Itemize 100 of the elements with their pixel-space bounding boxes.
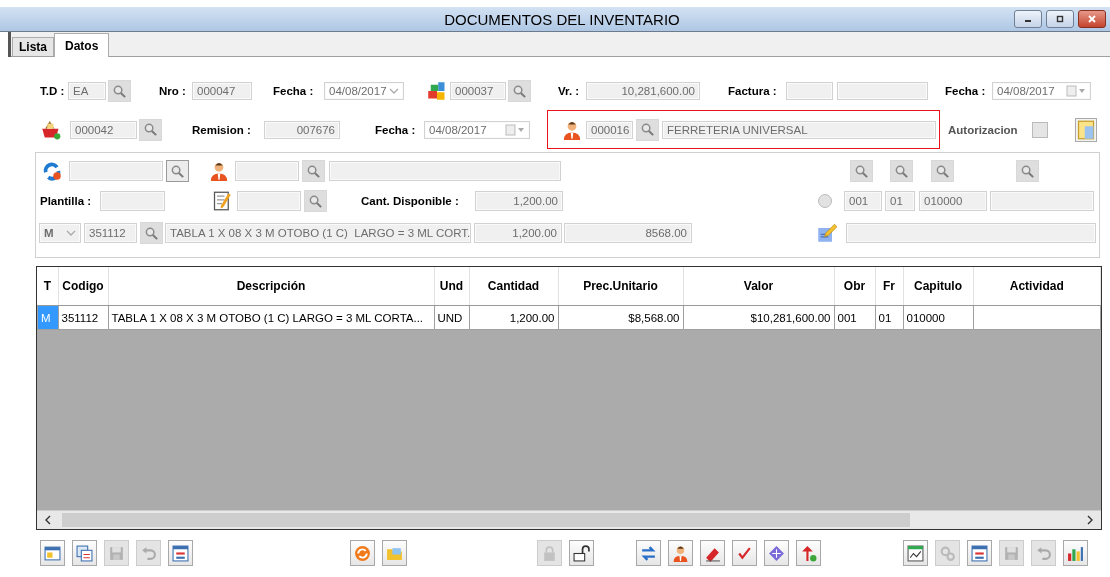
input-field[interactable]: 10,281,600.00 xyxy=(586,82,700,100)
input-field[interactable]: 000042 xyxy=(70,120,137,139)
input-field[interactable]: 351112 xyxy=(84,223,137,243)
input-field[interactable]: 1,200.00 xyxy=(475,191,563,211)
column-header[interactable]: Obr xyxy=(834,267,875,306)
input-field[interactable]: 001 xyxy=(844,191,882,211)
field-label: T.D : xyxy=(40,85,66,97)
input-field[interactable] xyxy=(237,191,301,211)
horizontal-scrollbar[interactable] xyxy=(37,510,1101,529)
input-field[interactable]: FERRETERIA UNIVERSAL xyxy=(662,120,936,139)
table-cell: 001 xyxy=(834,305,875,330)
tab[interactable]: Lista xyxy=(12,37,54,56)
maximize-button[interactable] xyxy=(1046,10,1074,28)
search-icon xyxy=(1020,163,1035,179)
person-icon xyxy=(209,161,229,181)
close-button[interactable] xyxy=(1078,10,1106,28)
close-icon xyxy=(1086,15,1098,23)
column-header[interactable]: Actividad xyxy=(973,267,1101,306)
field-label: Autorizacion xyxy=(948,123,1019,136)
caret-icon xyxy=(389,86,399,96)
column-header[interactable]: Capitulo xyxy=(903,267,973,306)
input-field[interactable] xyxy=(990,191,1094,211)
scroll-right-icon xyxy=(1085,515,1095,525)
field-label: Fecha : xyxy=(375,123,417,136)
search-button[interactable] xyxy=(166,160,189,182)
date-field[interactable]: 04/08/2017 xyxy=(992,82,1091,100)
search-icon xyxy=(894,163,909,179)
input-field[interactable]: EA xyxy=(68,82,106,100)
input-field[interactable] xyxy=(846,223,1096,243)
input-field[interactable] xyxy=(837,82,928,100)
column-header[interactable]: Fr xyxy=(875,267,903,306)
input-field[interactable] xyxy=(235,161,299,181)
field-label: Plantilla : xyxy=(40,195,93,207)
scrollbar-thumb[interactable] xyxy=(62,513,910,527)
column-header[interactable]: Prec.Unitario xyxy=(558,267,683,306)
table-cell: TABLA 1 X 08 X 3 M OTOBO (1 C) LARGO = 3 ML CORTA... xyxy=(108,305,434,330)
input-field[interactable] xyxy=(69,161,163,181)
search-icon xyxy=(308,193,323,209)
column-header[interactable]: Und xyxy=(434,267,469,306)
input-field[interactable]: 01 xyxy=(885,191,915,211)
table-cell: 1,200.00 xyxy=(469,305,558,330)
refresh-icon xyxy=(354,544,371,562)
column-header[interactable]: Valor xyxy=(683,267,834,306)
type-dropdown[interactable]: M xyxy=(39,223,81,243)
search-icon xyxy=(935,163,950,179)
date-field[interactable]: 04/08/2017 xyxy=(424,120,530,139)
input-field[interactable]: TABLA 1 X 08 X 3 M OTOBO (1 C) LARGO = 3 ML CORT. xyxy=(165,223,471,243)
table-cell: $8,568.00 xyxy=(558,305,683,330)
column-header[interactable]: T xyxy=(37,267,58,306)
scroll-left-icon xyxy=(43,515,53,525)
column-header[interactable]: Descripción xyxy=(108,267,434,306)
copy-icon xyxy=(76,544,93,562)
input-field[interactable] xyxy=(786,82,833,100)
search-icon xyxy=(144,225,159,241)
input-field[interactable]: 000016 xyxy=(586,120,633,139)
window-icon xyxy=(44,544,61,562)
checkbox[interactable] xyxy=(1032,121,1048,138)
input-field[interactable]: 010000 xyxy=(919,191,987,211)
notepad-icon xyxy=(212,191,232,211)
search-icon xyxy=(306,163,321,179)
puzzle-icon xyxy=(427,81,447,101)
date-field[interactable]: 04/08/2017 xyxy=(324,82,404,100)
report-icon xyxy=(172,544,189,562)
field-label: Remision : xyxy=(192,123,252,136)
cycle-arrow-icon xyxy=(42,161,62,181)
search-icon xyxy=(170,163,185,179)
maximize-icon xyxy=(1054,15,1066,23)
tab[interactable]: Datos xyxy=(54,33,110,57)
chart-icon xyxy=(907,544,924,562)
input-field[interactable]: 000047 xyxy=(192,82,252,100)
input-field[interactable]: 007676 xyxy=(264,120,340,139)
radio-button[interactable] xyxy=(818,194,832,208)
person-icon xyxy=(562,119,582,140)
field-label: Vr. : xyxy=(558,85,581,97)
table-cell: $10,281,600.00 xyxy=(683,305,834,330)
input-field[interactable]: 8568.00 xyxy=(564,223,692,243)
table-cell: M xyxy=(37,305,58,330)
input-field[interactable] xyxy=(329,161,561,181)
input-field[interactable]: 1,200.00 xyxy=(474,223,562,243)
field-label: Nro : xyxy=(159,85,187,97)
column-header[interactable]: Cantidad xyxy=(469,267,558,306)
minimize-button[interactable] xyxy=(1014,10,1042,28)
lock-icon xyxy=(541,544,558,562)
diamond-icon xyxy=(768,544,785,562)
field-label: Cant. Disponible : xyxy=(361,195,460,207)
column-header[interactable]: Codigo xyxy=(58,267,108,306)
field-label: Fecha : xyxy=(273,85,315,97)
input-field[interactable]: 000037 xyxy=(450,82,506,100)
report-icon xyxy=(971,544,988,562)
unlocked-padlock-icon xyxy=(573,544,590,562)
toolbar-button[interactable] xyxy=(569,540,594,566)
search-icon xyxy=(143,122,158,137)
document-button[interactable] xyxy=(1075,117,1097,142)
search-icon xyxy=(512,83,527,99)
window-title: DOCUMENTOS DEL INVENTARIO xyxy=(443,10,681,28)
input-field[interactable] xyxy=(100,191,165,211)
basket-icon xyxy=(40,119,62,140)
calendar-icon xyxy=(1066,85,1086,97)
bar-chart-icon xyxy=(1067,544,1084,562)
note-pencil-icon xyxy=(817,223,837,243)
